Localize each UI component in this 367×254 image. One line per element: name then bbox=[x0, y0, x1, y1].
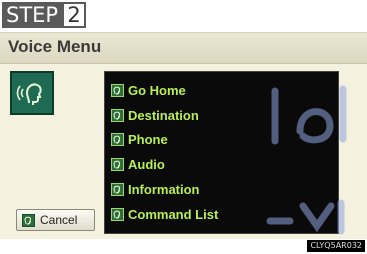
menu-item-destination[interactable]: Destination bbox=[111, 103, 218, 128]
cancel-icon bbox=[22, 213, 35, 227]
menu-item-label: Audio bbox=[128, 157, 165, 173]
menu-item-label: Destination bbox=[128, 107, 199, 123]
menu-item-label: Information bbox=[128, 182, 200, 198]
menu-item-label: Phone bbox=[128, 132, 168, 148]
speaking-head-icon bbox=[16, 83, 42, 105]
voice-command-icon bbox=[111, 158, 124, 172]
page-title: Voice Menu bbox=[8, 37, 102, 56]
image-code: CLYQ5AR032 bbox=[307, 240, 365, 252]
menu-item-go-home[interactable]: Go Home bbox=[111, 78, 218, 103]
menu-item-phone[interactable]: Phone bbox=[111, 128, 218, 153]
voice-command-icon bbox=[111, 183, 124, 197]
voice-command-list: Go Home Destination Phone Audio Informat… bbox=[104, 71, 339, 234]
step-number: 2 bbox=[62, 2, 87, 28]
voice-command-icon bbox=[111, 83, 124, 97]
voice-command-icon bbox=[111, 108, 124, 122]
voice-recognition-icon bbox=[10, 71, 54, 115]
menu-item-label: Go Home bbox=[128, 82, 186, 98]
voice-menu-screen: Voice Menu Go Home Destination Phone Aud… bbox=[0, 32, 367, 239]
voice-command-icon bbox=[111, 207, 124, 221]
step-badge: STEP 2 bbox=[2, 2, 87, 28]
menu-item-audio[interactable]: Audio bbox=[111, 152, 218, 177]
voice-command-icon bbox=[111, 133, 124, 147]
cancel-button[interactable]: Cancel bbox=[16, 209, 95, 231]
cancel-label: Cancel bbox=[40, 213, 78, 227]
menu-item-label: Command List bbox=[128, 206, 219, 222]
title-bar: Voice Menu bbox=[0, 33, 367, 64]
menu-item-command-list[interactable]: Command List bbox=[111, 202, 218, 227]
step-label: STEP bbox=[2, 2, 63, 28]
menu-item-information[interactable]: Information bbox=[111, 177, 218, 202]
